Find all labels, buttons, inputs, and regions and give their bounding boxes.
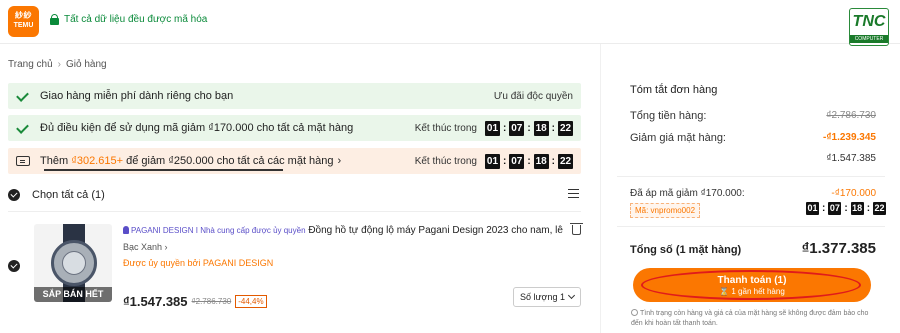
- store-logo-subtext: COMPUTER: [850, 35, 888, 43]
- variant-selector[interactable]: Bạc Xanh ›: [123, 242, 168, 252]
- summary-title: Tóm tắt đơn hàng: [630, 84, 718, 96]
- secure-text: Tất cả dữ liệu đều được mã hóa: [64, 14, 208, 25]
- chevron-right-icon: ›: [164, 242, 168, 252]
- highlight-ellipse: [641, 270, 861, 300]
- countdown: Kết thúc trong 01: 07: 18: 22: [414, 120, 573, 136]
- authorized-label: Được ủy quyền bởi PAGANI DESIGN: [123, 258, 274, 268]
- countdown-seconds: 22: [558, 120, 573, 136]
- countdown-days: 01: [484, 120, 500, 136]
- check-icon: [16, 90, 28, 102]
- list-icon[interactable]: [568, 189, 579, 198]
- watch-face: [51, 240, 97, 286]
- price-row: ₫1.547.385 ₫2.786.730 -44,4%: [123, 294, 267, 309]
- quantity-value: 1: [559, 292, 565, 302]
- countdown-hours: 07: [509, 120, 525, 136]
- item-discount-label: Giảm giá mặt hàng:: [630, 132, 726, 144]
- info-icon: [631, 309, 638, 316]
- select-all-checkbox[interactable]: [8, 189, 20, 201]
- countdown-days: 01: [806, 202, 819, 215]
- store-logo-text: TNC: [852, 13, 886, 30]
- total-row: Tổng số (1 mặt hàng) ₫1.377.385: [630, 240, 876, 257]
- banner-text: Thêm ₫302.615+ để giảm ₫250.000 cho tất …: [40, 155, 415, 167]
- coupon-icon: [16, 156, 30, 166]
- countdown-minutes: 18: [533, 153, 549, 169]
- banner-suffix: để giảm ₫250.000 cho tất cả các mặt hàng: [123, 155, 334, 167]
- item-checkbox[interactable]: [8, 260, 20, 272]
- temu-logo[interactable]: 紗紗 TEMU: [8, 6, 39, 37]
- add-more-banner[interactable]: Thêm ₫302.615+ để giảm ₫250.000 cho tất …: [8, 148, 581, 174]
- total-value: ₫1.377.385: [801, 240, 876, 257]
- banner-text: Giao hàng miễn phí dành riêng cho bạn: [40, 90, 234, 102]
- logo-mark: 紗紗: [15, 11, 32, 20]
- progress-bar: [44, 169, 283, 171]
- column-divider: [600, 44, 601, 333]
- current-price: ₫1.547.385: [123, 294, 188, 309]
- select-all-row: Chọn tất cả (1): [8, 186, 581, 204]
- breadcrumb-cart: Giỏ hàng: [66, 59, 107, 70]
- free-shipping-banner: Giao hàng miễn phí dành riêng cho bạn Ưu…: [8, 83, 581, 109]
- lock-icon: [50, 14, 59, 25]
- countdown-label: Kết thúc trong: [414, 155, 477, 167]
- voucher-label: Đã áp mã giảm ₫170.000:: [630, 188, 745, 199]
- top-bar: 紗紗 TEMU Tất cả dữ liệu đều được mã hóa T…: [0, 0, 900, 46]
- countdown: Kết thúc trong 01: 07: 18: 22: [414, 153, 573, 169]
- almost-sold-out-badge: SẮP BÁN HẾT: [34, 287, 112, 302]
- check-icon: [16, 122, 28, 134]
- verified-seller-icon: [123, 226, 129, 234]
- after-discount-row: ₫1.547.385: [630, 153, 876, 164]
- countdown-minutes: 18: [533, 120, 549, 136]
- divider: [8, 211, 581, 212]
- after-discount-value: ₫1.547.385: [826, 153, 876, 164]
- divider: [617, 176, 885, 177]
- divider: [617, 226, 885, 227]
- chevron-down-icon: [567, 291, 576, 300]
- banner-text: Đủ điều kiện để sử dụng mã giảm ₫170.000…: [40, 122, 354, 134]
- countdown-hours: 07: [509, 153, 525, 169]
- chevron-right-icon: ›: [337, 155, 342, 167]
- note-text: Tình trạng còn hàng và giá cả của mặt hà…: [631, 310, 869, 327]
- trash-icon[interactable]: [570, 223, 583, 235]
- countdown-seconds: 22: [558, 153, 573, 169]
- coupon-eligible-banner: Đủ điều kiện để sử dụng mã giảm ₫170.000…: [8, 115, 581, 141]
- select-all-label[interactable]: Chọn tất cả (1): [32, 189, 105, 201]
- exclusive-offer-label: Ưu đãi độc quyền: [493, 90, 573, 102]
- discount-badge: -44,4%: [235, 295, 267, 308]
- countdown-minutes: 18: [850, 202, 864, 215]
- original-price: ₫2.786.730: [191, 297, 232, 306]
- subtotal-row: Tổng tiền hàng: ₫2.786.730: [630, 110, 876, 122]
- product-title[interactable]: Đồng hồ tự động lộ máy Pagani Design 202…: [308, 225, 563, 236]
- product-image[interactable]: SẮP BÁN HẾT: [34, 224, 112, 302]
- quantity-label: Số lượng: [520, 292, 558, 302]
- quantity-select[interactable]: Số lượng 1: [513, 287, 581, 307]
- seller-label: PAGANI DESIGN I Nhà cung cấp được ủy quy…: [131, 226, 306, 235]
- countdown-label: Kết thúc trong: [414, 122, 477, 134]
- total-label: Tổng số (1 mặt hàng): [630, 244, 742, 256]
- voucher-value: -₫170.000: [831, 188, 876, 199]
- countdown-days: 01: [484, 153, 500, 169]
- variant-label: Bạc Xanh: [123, 242, 163, 252]
- progress-fill: [44, 169, 283, 171]
- logo-text: TEMU: [13, 22, 34, 29]
- breadcrumb: Trang chủ › Giỏ hàng: [8, 59, 107, 70]
- banner-prefix: Thêm: [40, 155, 72, 167]
- availability-note: Tình trạng còn hàng và giá cả của mặt hà…: [631, 309, 877, 329]
- countdown-hours: 07: [828, 202, 842, 215]
- breadcrumb-home[interactable]: Trang chủ: [8, 59, 53, 70]
- breadcrumb-separator: ›: [57, 59, 61, 70]
- banner-amount: ₫302.615+: [71, 155, 124, 167]
- store-logo: TNC COMPUTER: [849, 8, 889, 46]
- subtotal-value: ₫2.786.730: [826, 110, 876, 121]
- item-discount-value: -₫1.239.345: [823, 132, 876, 143]
- voucher-code: Mã: vnpromo002: [630, 203, 701, 218]
- voucher-countdown: 01: 07: 18: 22: [806, 202, 887, 215]
- product-title-row[interactable]: PAGANI DESIGN I Nhà cung cấp được ủy quy…: [123, 225, 563, 236]
- voucher-row: Đã áp mã giảm ₫170.000: -₫170.000: [630, 188, 876, 199]
- countdown-seconds: 22: [873, 202, 887, 215]
- item-discount-row: Giảm giá mặt hàng: -₫1.239.345: [630, 132, 876, 144]
- subtotal-label: Tổng tiền hàng:: [630, 110, 707, 122]
- secure-notice: Tất cả dữ liệu đều được mã hóa: [50, 14, 207, 25]
- watch-dial: [62, 251, 86, 275]
